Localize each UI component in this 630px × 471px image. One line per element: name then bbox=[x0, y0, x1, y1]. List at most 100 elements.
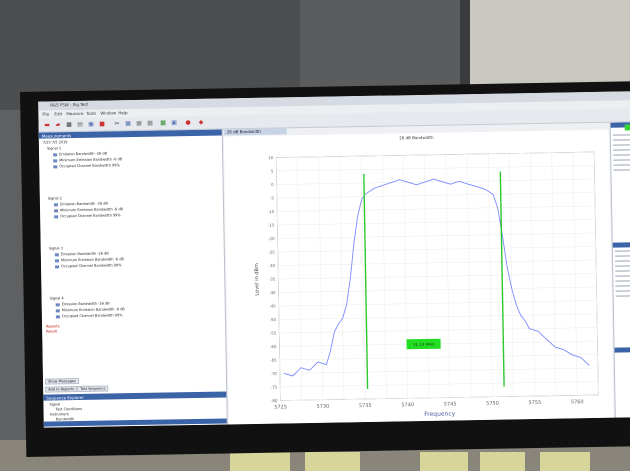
measurement-explorer-panel: Measurements 7/25 7/5 2019 Signal 1 Emiss… bbox=[38, 129, 228, 428]
tree-item-measurement[interactable]: Emission Bandwidth -26 dB bbox=[61, 251, 109, 256]
measurement-icon bbox=[53, 159, 58, 163]
measurement-icon bbox=[55, 303, 60, 307]
x-tick-label: 5735 bbox=[359, 403, 372, 409]
open-icon[interactable]: ▰ bbox=[55, 121, 62, 128]
tree-item-measurement[interactable]: Minimum Emission Bandwidth -6 dB bbox=[62, 307, 125, 312]
show-messages-button[interactable]: Show Messages bbox=[45, 378, 79, 385]
sequence-explorer-title: Sequence Explorer bbox=[46, 394, 85, 401]
y-tick-label: -65 bbox=[270, 358, 277, 363]
tree-item-measurement[interactable]: Emission Bandwidth -26 dB bbox=[60, 201, 108, 206]
y-tick-label: 5 bbox=[271, 169, 274, 174]
measurement-icon bbox=[54, 209, 59, 213]
x-tick-label: 5730 bbox=[317, 404, 330, 410]
y-tick-label: -60 bbox=[270, 344, 277, 349]
property-row bbox=[614, 255, 630, 257]
tree-item-measurement[interactable]: Emission Bandwidth -26 dB bbox=[59, 151, 107, 156]
property-row bbox=[613, 154, 630, 156]
x-tick-label: 5745 bbox=[444, 401, 457, 407]
sequence-item[interactable]: Signal bbox=[49, 402, 60, 406]
sequence-item[interactable]: Test Conditions bbox=[56, 407, 83, 411]
window-icon[interactable]: ▣ bbox=[171, 119, 178, 126]
properties-section-header bbox=[614, 347, 630, 353]
cut-icon[interactable]: ✂ bbox=[114, 120, 121, 127]
property-row bbox=[613, 169, 630, 171]
menu-item-edit[interactable]: Edit bbox=[54, 111, 62, 116]
property-row bbox=[612, 134, 630, 136]
layout-icon[interactable]: ▦ bbox=[147, 120, 154, 127]
x-axis-label: Frequency bbox=[424, 410, 456, 418]
tree-item-measurement[interactable]: Minimum Emission Bandwidth -6 dB bbox=[60, 207, 123, 212]
y-tick-label: -80 bbox=[271, 398, 278, 403]
panel-header-title: Measurements bbox=[41, 133, 72, 139]
property-row bbox=[615, 270, 630, 272]
grid-icon[interactable]: ▦ bbox=[136, 120, 143, 127]
y-tick-label: -5 bbox=[270, 196, 275, 201]
print-icon[interactable]: ▤ bbox=[77, 121, 84, 128]
test-sequence-button[interactable]: Test Sequence bbox=[77, 385, 109, 393]
menu-item-help[interactable]: Help bbox=[118, 110, 127, 115]
measurement-icon bbox=[53, 153, 58, 157]
y-tick-label: -70 bbox=[270, 371, 277, 376]
tree-item-measurement[interactable]: Minimum Emission Bandwidth -6 dB bbox=[59, 157, 122, 162]
tab-bandwidth-chart[interactable]: 26 dB Bandwidth bbox=[223, 128, 287, 136]
tree-group-label[interactable]: Signal 3 bbox=[49, 246, 63, 250]
properties-section-header bbox=[612, 242, 630, 248]
sequence-item[interactable]: Instrument bbox=[50, 412, 69, 416]
alert-icon[interactable]: ◆ bbox=[197, 119, 204, 126]
tree-item-measurement[interactable]: Occupied Channel Bandwidth 99% bbox=[62, 313, 123, 318]
save-icon[interactable]: ■ bbox=[66, 121, 73, 128]
measurement-icon bbox=[54, 253, 59, 257]
menu-item-window[interactable]: Window bbox=[100, 110, 116, 115]
measurement-icon bbox=[54, 259, 59, 263]
measurement-icon bbox=[54, 215, 59, 219]
taskbar bbox=[44, 426, 630, 428]
window-title: R&S FSW - Sig Test bbox=[50, 101, 89, 108]
y-tick-label: -10 bbox=[268, 209, 275, 214]
y-tick-label: -20 bbox=[268, 236, 275, 241]
property-row bbox=[613, 144, 630, 146]
tree-group-label[interactable]: Signal 2 bbox=[48, 196, 62, 200]
tree-item-reports[interactable]: Reports bbox=[46, 324, 60, 328]
tree-item-measurement[interactable]: Occupied Channel Bandwidth 99% bbox=[59, 163, 120, 168]
tree-item-measurement[interactable]: Occupied Channel Bandwidth 99% bbox=[60, 213, 121, 218]
x-tick-label: 5740 bbox=[401, 402, 414, 408]
property-row bbox=[613, 149, 630, 151]
tree-item-measurement[interactable]: Emission Bandwidth -26 dB bbox=[62, 301, 110, 306]
measurement-icon bbox=[55, 315, 60, 319]
add-to-reports-button[interactable]: Add to Reports bbox=[45, 386, 78, 393]
menu-item-measure[interactable]: Measure bbox=[66, 111, 83, 116]
property-row bbox=[615, 285, 630, 287]
property-row bbox=[615, 275, 630, 277]
sticky-note bbox=[305, 452, 360, 471]
y-tick-label: -55 bbox=[270, 331, 277, 336]
y-tick-label: -30 bbox=[268, 263, 275, 268]
tree-item-result[interactable]: Result bbox=[46, 329, 57, 333]
tree-group-label[interactable]: Signal 4 bbox=[50, 296, 64, 300]
new-file-icon[interactable]: ▬ bbox=[44, 121, 51, 128]
report-icon[interactable]: ▦ bbox=[125, 120, 132, 127]
chart-icon[interactable]: ▩ bbox=[160, 119, 167, 126]
property-row bbox=[613, 159, 630, 161]
tree-group-label[interactable]: Signal 1 bbox=[47, 146, 61, 150]
chart-area: 26 dB Bandwidth 5725 5730 5735 5740 5745 5750… bbox=[223, 129, 614, 425]
menu-item-tools[interactable]: Tools bbox=[86, 111, 96, 116]
record-icon[interactable]: ● bbox=[184, 119, 191, 126]
settings-icon[interactable]: ▣ bbox=[88, 121, 95, 128]
sequence-explorer-header: Sequence Explorer bbox=[43, 391, 227, 401]
x-tick-label: 5750 bbox=[486, 401, 499, 407]
property-row bbox=[612, 139, 630, 141]
property-row bbox=[615, 280, 630, 282]
y-axis-label: Level in dBm bbox=[254, 263, 261, 296]
y-tick-label: -45 bbox=[269, 304, 276, 309]
sticky-note bbox=[540, 452, 590, 471]
measurement-icon bbox=[53, 165, 58, 169]
x-tick-label: 5760 bbox=[571, 399, 584, 405]
stop-icon[interactable]: ■ bbox=[99, 121, 106, 128]
tree-item-measurement[interactable]: Occupied Channel Bandwidth 99% bbox=[61, 263, 122, 268]
y-tick-label: -40 bbox=[269, 290, 276, 295]
y-tick-label: 10 bbox=[268, 155, 274, 160]
property-row bbox=[615, 260, 630, 262]
tree-item-measurement[interactable]: Minimum Emission Bandwidth -6 dB bbox=[61, 257, 124, 262]
sticky-note bbox=[480, 452, 525, 471]
menu-item-file[interactable]: File bbox=[42, 111, 49, 116]
